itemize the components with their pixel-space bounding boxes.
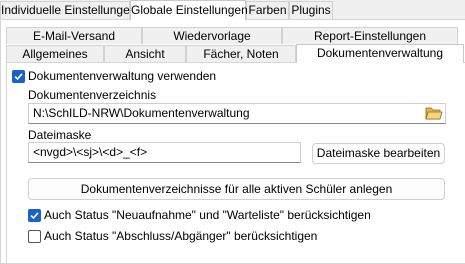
mask-value: <nvgd>\<sj>\<d>_<f> (33, 145, 148, 159)
consider-new-status-label: Auch Status "Neuaufnahme" und "Wartelist… (44, 208, 371, 222)
checkmark-icon (30, 212, 39, 220)
directory-value: N:\SchILD-NRW\Dokumentenverwaltung (33, 106, 250, 120)
consider-graduates-label: Auch Status "Abschluss/Abgänger" berücks… (44, 229, 318, 243)
directory-label: Dokumentenverzeichnis (28, 88, 157, 102)
mask-input[interactable]: <nvgd>\<sj>\<d>_<f> (28, 142, 301, 163)
create-directories-button-label: Dokumentenverzeichnisse für alle aktiven… (80, 182, 393, 196)
folder-open-icon[interactable] (425, 105, 443, 121)
create-directories-button[interactable]: Dokumentenverzeichnisse für alle aktiven… (28, 178, 445, 200)
consider-graduates-checkbox[interactable] (28, 230, 41, 243)
use-document-management-label: Dokumentenverwaltung verwenden (28, 69, 217, 83)
checkmark-icon (14, 73, 23, 81)
consider-new-status-checkbox[interactable] (28, 209, 41, 222)
edit-mask-button-label: Dateimaske bearbeiten (316, 146, 441, 160)
use-document-management-checkbox[interactable] (12, 70, 25, 83)
mask-label: Dateimaske (28, 128, 92, 142)
directory-input[interactable]: N:\SchILD-NRW\Dokumentenverwaltung (28, 103, 446, 124)
edit-mask-button[interactable]: Dateimaske bearbeiten (312, 143, 445, 164)
